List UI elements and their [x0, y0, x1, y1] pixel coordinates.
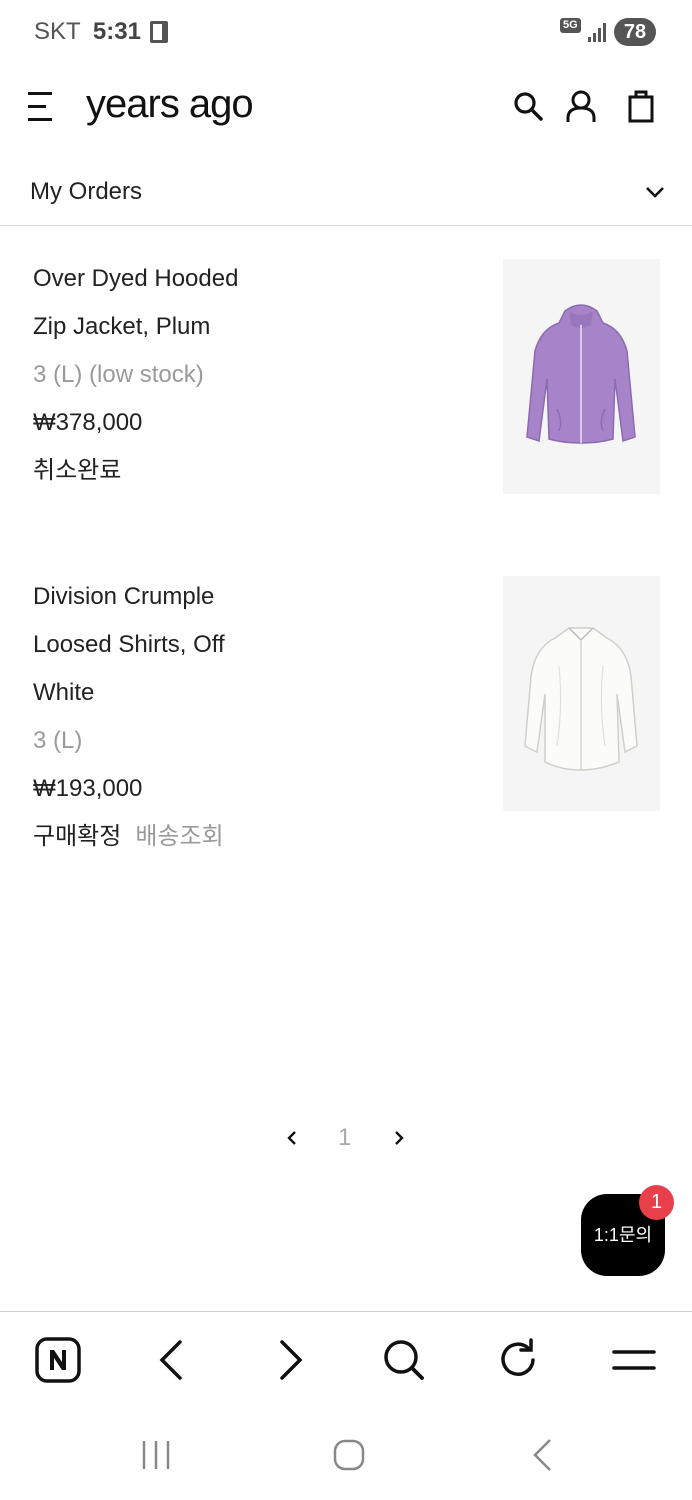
section-title: My Orders [30, 178, 143, 205]
shopping-bag-icon[interactable] [623, 88, 659, 124]
battery-indicator: 78 [614, 18, 656, 46]
order-item[interactable]: Over Dyed Hooded Zip Jacket, Plum 3 (L) … [0, 258, 692, 498]
brand-logo[interactable]: years ago [86, 82, 254, 127]
prev-page-icon[interactable] [284, 1128, 300, 1148]
menu-icon[interactable] [610, 1336, 658, 1384]
recent-apps-icon[interactable] [138, 1437, 174, 1473]
chevron-down-icon[interactable] [644, 184, 666, 200]
chat-notification-badge: 1 [639, 1185, 674, 1220]
product-thumbnail[interactable] [503, 259, 660, 494]
home-icon[interactable] [331, 1437, 367, 1473]
user-icon[interactable] [563, 88, 599, 124]
forward-icon[interactable] [266, 1336, 314, 1384]
product-option: 3 (L) [33, 727, 83, 754]
next-page-icon[interactable] [391, 1128, 407, 1148]
product-name-line[interactable]: Over Dyed Hooded [33, 264, 238, 294]
system-navigation-bar [0, 1411, 692, 1500]
order-item[interactable]: Division Crumple Loosed Shirts, Off Whit… [0, 576, 692, 866]
site-header: years ago [0, 64, 692, 150]
shirt-image [524, 627, 638, 771]
back-icon[interactable] [148, 1336, 196, 1384]
product-price: ₩193,000 [33, 775, 143, 802]
browser-toolbar [0, 1311, 692, 1411]
naver-icon[interactable] [34, 1336, 82, 1384]
tracking-link[interactable]: 배송조회 [135, 823, 223, 850]
product-thumbnail[interactable] [503, 576, 660, 811]
my-orders-dropdown[interactable]: My Orders [0, 158, 692, 226]
order-status: 구매확정 [33, 823, 122, 850]
status-time: 5:31 [92, 18, 141, 45]
current-page-number[interactable]: 1 [338, 1124, 351, 1152]
network-type-badge: 5G [560, 18, 581, 33]
product-name-line[interactable]: White [33, 678, 94, 708]
product-price: ₩378,000 [33, 409, 143, 436]
back-icon[interactable] [526, 1437, 562, 1473]
order-status-row: 구매확정 배송조회 [33, 822, 224, 852]
product-option: 3 (L) (low stock) [33, 361, 204, 388]
status-carrier: SKT 5:31 [34, 18, 141, 46]
pagination: 1 [0, 1122, 692, 1158]
search-icon[interactable] [380, 1336, 428, 1384]
hamburger-icon[interactable] [28, 92, 52, 122]
order-status: 취소완료 [33, 457, 122, 484]
product-name-line[interactable]: Zip Jacket, Plum [33, 312, 210, 342]
search-icon[interactable] [510, 88, 546, 124]
product-name-line[interactable]: Loosed Shirts, Off [33, 630, 225, 660]
jacket-image [526, 304, 636, 444]
product-name-line[interactable]: Division Crumple [33, 582, 214, 612]
refresh-icon[interactable] [495, 1336, 543, 1384]
signal-icon [588, 22, 608, 42]
notification-icon [150, 21, 168, 43]
status-bar: SKT 5:31 5G 78 [0, 0, 692, 64]
carrier-name: SKT [34, 18, 81, 45]
